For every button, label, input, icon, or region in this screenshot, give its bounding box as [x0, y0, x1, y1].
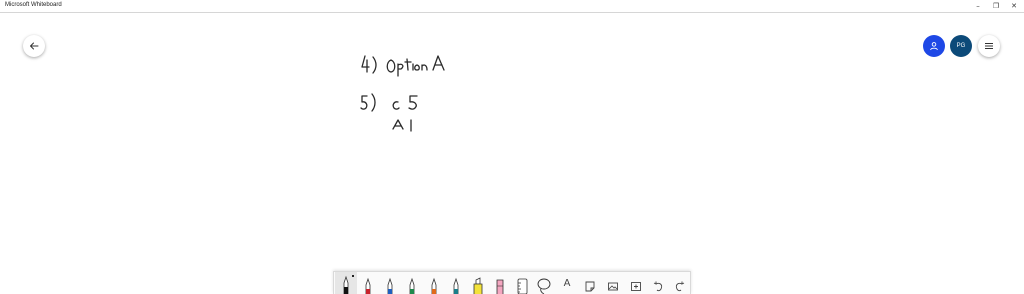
ink-stroke-c-5: [392, 95, 418, 110]
text-tool[interactable]: A: [556, 272, 578, 294]
pen-icon: [343, 275, 349, 294]
insert-icon: [631, 282, 641, 291]
pen-blue-tool[interactable]: [379, 272, 401, 294]
undo-icon: [653, 281, 663, 292]
highlighter-yellow-tool[interactable]: [467, 272, 489, 294]
sticky-note-icon: [585, 281, 595, 292]
selected-indicator: [352, 275, 354, 277]
ink-stroke-number-5: [360, 93, 376, 112]
text-icon: A: [563, 278, 571, 289]
pen-orange-tool[interactable]: [423, 272, 445, 294]
pen-black-tool[interactable]: [335, 272, 357, 294]
insert-tool[interactable]: [625, 272, 647, 294]
title-bar: Microsoft Whiteboard – ❐ ✕: [0, 0, 1024, 13]
highlighter-icon: [496, 279, 504, 294]
ink-stroke-number-4: [361, 55, 377, 74]
pen-green-tool[interactable]: [401, 272, 423, 294]
close-button[interactable]: ✕: [1005, 0, 1023, 12]
pen-icon: [409, 277, 415, 294]
image-icon: [608, 282, 618, 291]
maximize-button[interactable]: ❐: [987, 0, 1005, 12]
ruler-icon: [517, 278, 528, 294]
app-title: Microsoft Whiteboard: [5, 2, 62, 8]
pen-icon: [387, 277, 393, 294]
pen-icon: [365, 277, 371, 294]
redo-button[interactable]: [669, 272, 691, 294]
ruler-tool[interactable]: [511, 272, 533, 294]
pen-icon: [431, 277, 437, 294]
highlighter-pink-tool[interactable]: [489, 272, 511, 294]
redo-icon: [675, 281, 685, 292]
minimize-button[interactable]: –: [969, 0, 987, 12]
whiteboard-canvas[interactable]: [0, 14, 1024, 270]
inking-toolbar: A: [333, 271, 691, 294]
ink-stroke-a-1: [392, 119, 412, 132]
lasso-tool[interactable]: [533, 272, 555, 294]
pen-teal-tool[interactable]: [445, 272, 467, 294]
ink-layer: [360, 55, 445, 132]
highlighter-icon: [473, 277, 483, 294]
lasso-icon: [537, 278, 551, 294]
sticky-note-tool[interactable]: [579, 272, 601, 294]
pen-icon: [453, 277, 459, 294]
ink-stroke-option-a: [386, 55, 445, 77]
image-tool[interactable]: [602, 272, 624, 294]
pen-red-tool[interactable]: [357, 272, 379, 294]
undo-button[interactable]: [647, 272, 669, 294]
